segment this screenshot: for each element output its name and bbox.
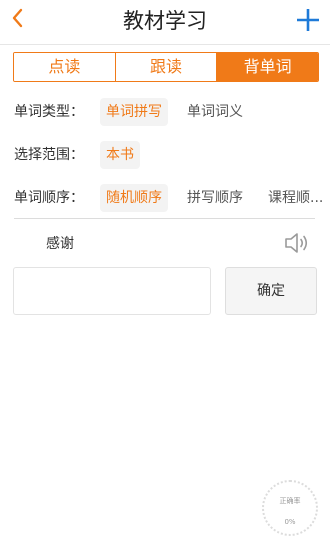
order-option-spelling[interactable]: 拼写顺序 (181, 184, 249, 212)
scope-row: 选择范围： 本书 (14, 141, 324, 169)
word-type-label: 单词类型： (14, 104, 84, 120)
scope-option-this-book[interactable]: 本书 (100, 141, 140, 169)
order-label: 单词顺序： (14, 190, 84, 206)
order-option-random[interactable]: 随机顺序 (100, 184, 168, 212)
word-type-row: 单词类型： 单词拼写 单词词义 (14, 98, 324, 126)
mode-tabs: 点读 跟读 背单词 (13, 52, 319, 82)
quiz-word: 感谢 (46, 236, 74, 252)
accuracy-value: 0% (284, 518, 296, 526)
tab-follow-read[interactable]: 跟读 (114, 53, 217, 81)
accuracy-label: 正确率 (279, 497, 301, 505)
word-type-option-meaning[interactable]: 单词词义 (181, 98, 249, 126)
speaker-icon[interactable] (283, 230, 311, 256)
word-type-option-spelling[interactable]: 单词拼写 (100, 98, 168, 126)
answer-input[interactable] (13, 267, 211, 315)
header-bar: 教材学习 (0, 0, 330, 45)
order-option-lesson[interactable]: 课程顺... (262, 184, 329, 212)
confirm-button[interactable]: 确定 (225, 267, 317, 315)
tab-memorize-words[interactable]: 背单词 (216, 53, 318, 81)
section-divider (14, 218, 315, 219)
scope-label: 选择范围： (14, 147, 84, 163)
plus-icon[interactable] (296, 2, 320, 45)
page-title: 教材学习 (123, 9, 207, 33)
tab-point-read[interactable]: 点读 (14, 53, 115, 81)
accuracy-badge: 正确率 0% (262, 480, 318, 536)
order-row: 单词顺序： 随机顺序 拼写顺序 课程顺... (14, 184, 324, 212)
